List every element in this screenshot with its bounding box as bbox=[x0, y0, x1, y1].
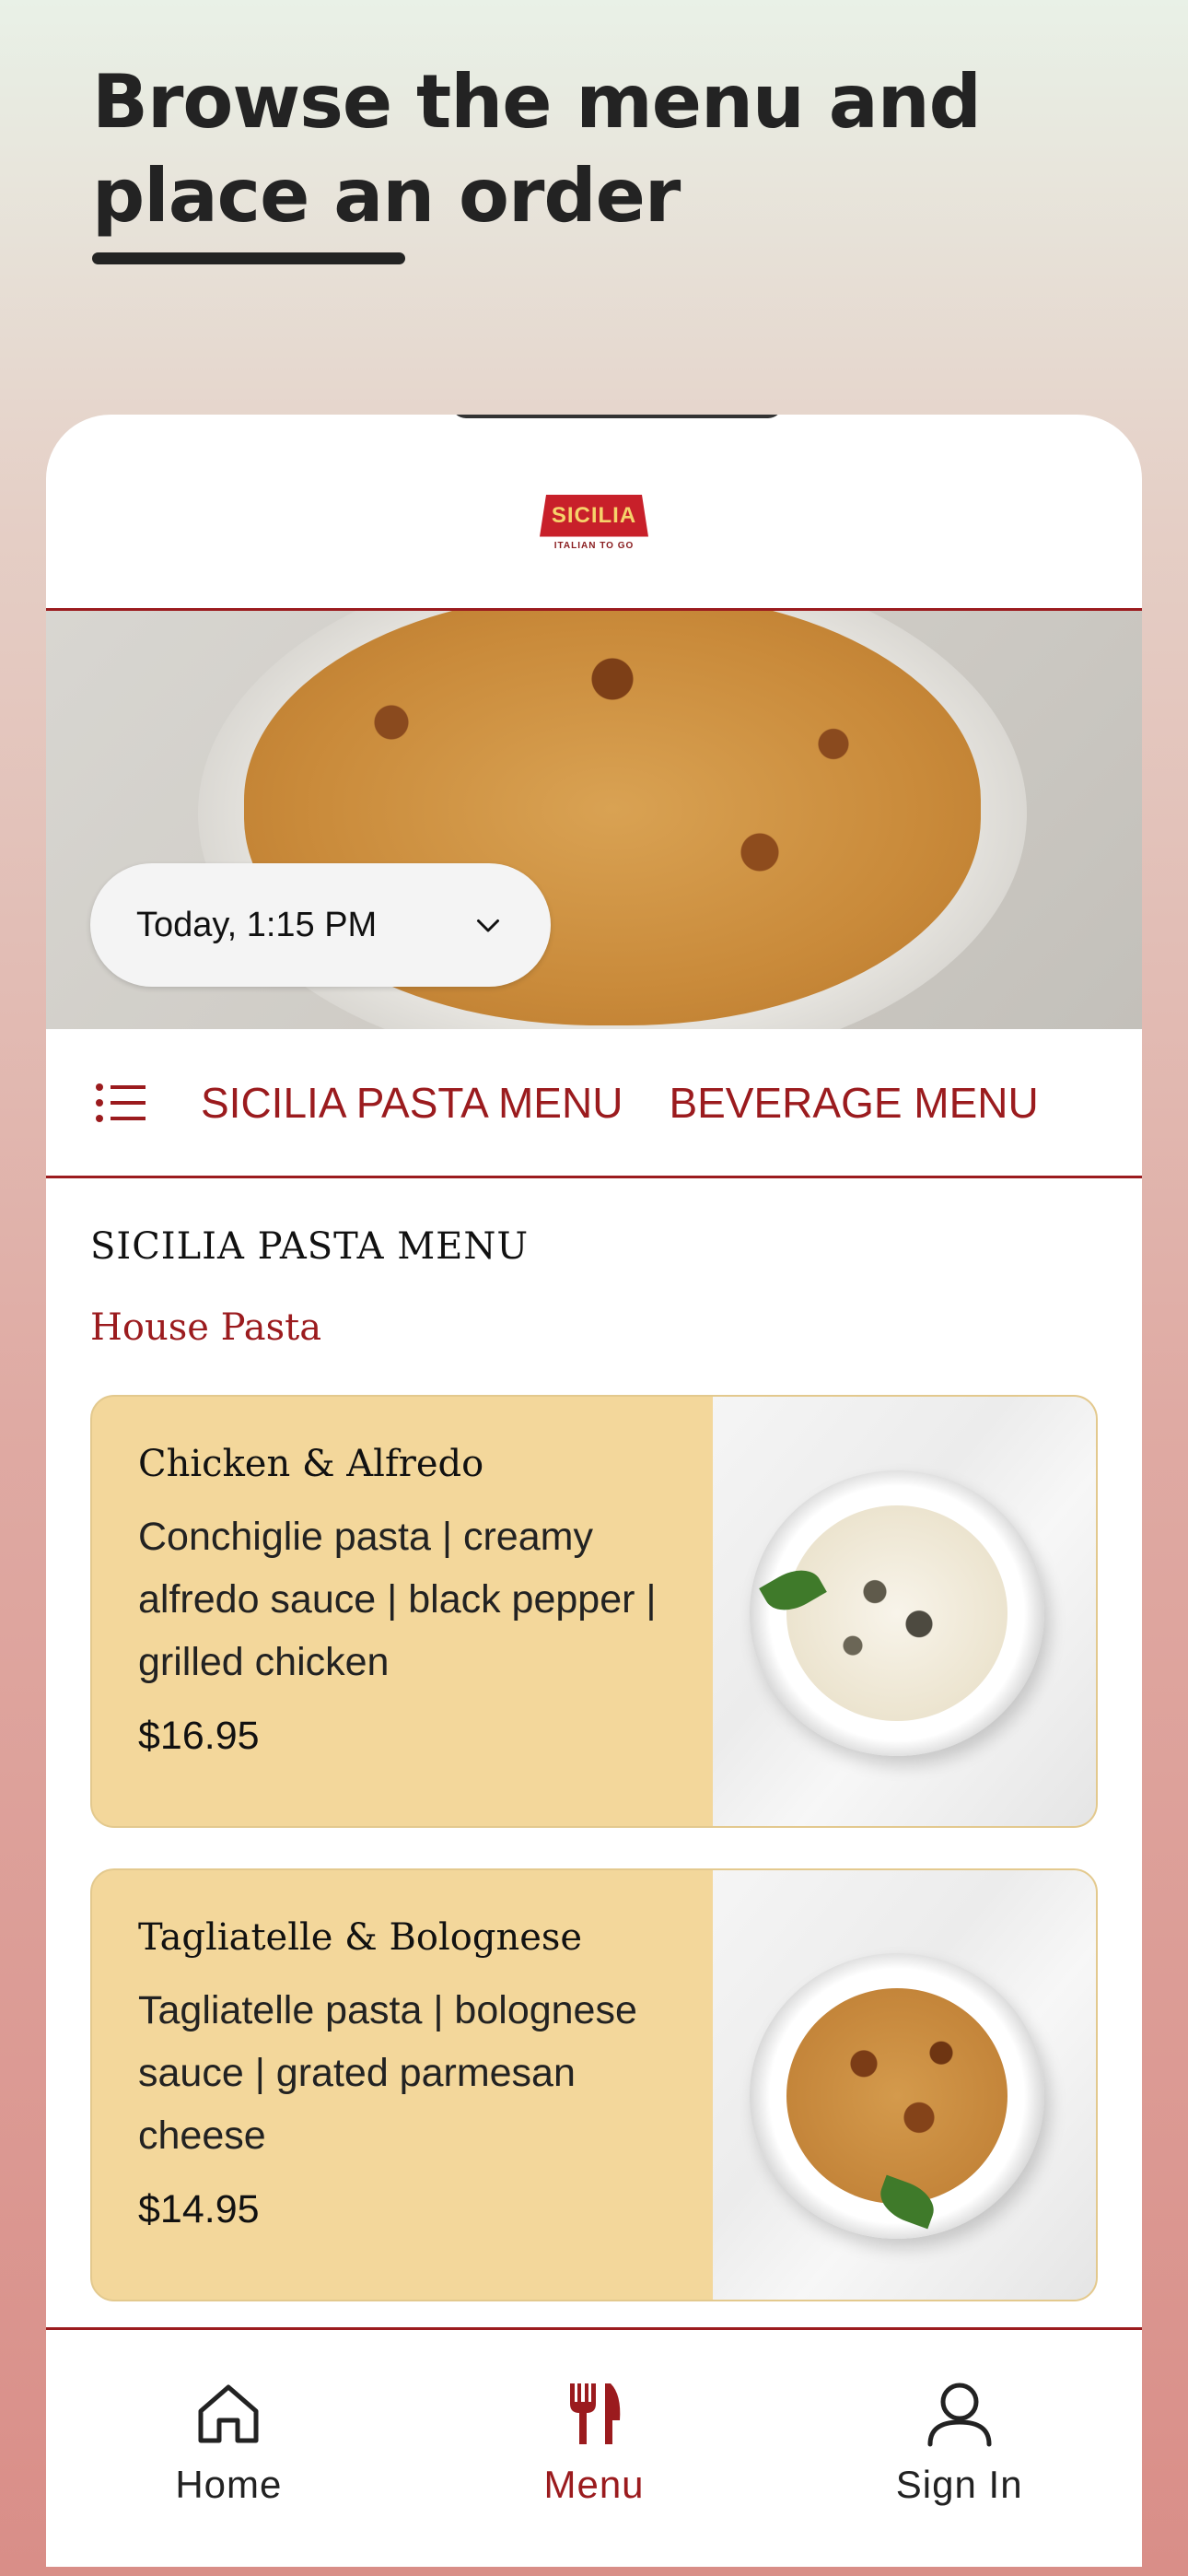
menu-item-card[interactable]: Tagliatelle & Bolognese Tagliatelle past… bbox=[90, 1868, 1098, 2301]
menu-item-info: Tagliatelle & Bolognese Tagliatelle past… bbox=[92, 1870, 713, 2300]
category-title: House Pasta bbox=[90, 1306, 322, 1349]
bowl bbox=[749, 1953, 1044, 2239]
fork-knife-icon bbox=[570, 2383, 621, 2444]
alfredo-pasta bbox=[786, 1505, 1007, 1721]
menu-tabs: SICILIA PASTA MENU BEVERAGE MENU bbox=[46, 1029, 1142, 1178]
bottom-nav: Home Menu Sign In bbox=[46, 2327, 1142, 2567]
menu-content: SICILIA PASTA MENU House Pasta Chicken &… bbox=[90, 1225, 1098, 2301]
pickup-time-selector[interactable]: Today, 1:15 PM bbox=[90, 863, 551, 987]
nav-label-sign-in: Sign In bbox=[895, 2463, 1023, 2506]
nav-label-home: Home bbox=[175, 2463, 283, 2506]
logo-subtext: ITALIAN TO GO bbox=[553, 540, 635, 551]
nav-item-menu[interactable]: Menu bbox=[412, 2330, 777, 2567]
menu-item-name: Tagliatelle & Bolognese bbox=[138, 1916, 583, 1959]
pickup-time-value: Today, 1:15 PM bbox=[136, 905, 378, 944]
tab-sicilia-pasta-menu[interactable]: SICILIA PASTA MENU bbox=[201, 1078, 623, 1128]
menu-item-description: Conchiglie pasta | creamy alfredo sauce … bbox=[138, 1515, 657, 1684]
menu-item-card[interactable]: Chicken & Alfredo Conchiglie pasta | cre… bbox=[90, 1395, 1098, 1828]
promo-underline bbox=[92, 252, 405, 264]
user-icon bbox=[927, 2383, 992, 2447]
menu-item-price: $14.95 bbox=[138, 2187, 260, 2231]
bolognese-pasta bbox=[786, 1988, 1007, 2204]
menu-item-description: Tagliatelle pasta | bolognese sauce | gr… bbox=[138, 1988, 637, 2158]
tab-beverage-menu[interactable]: BEVERAGE MENU bbox=[669, 1078, 1038, 1128]
section-title: SICILIA PASTA MENU bbox=[90, 1225, 530, 1268]
list-icon[interactable] bbox=[94, 1080, 149, 1126]
nav-item-home[interactable]: Home bbox=[46, 2330, 412, 2567]
app-header: SICILIA ITALIAN TO GO bbox=[46, 415, 1142, 611]
menu-item-price: $16.95 bbox=[138, 1714, 260, 1758]
chevron-down-icon bbox=[477, 919, 499, 932]
promo-title-line2: place an order bbox=[92, 153, 681, 239]
menu-item-name: Chicken & Alfredo bbox=[138, 1443, 484, 1485]
logo-badge: SICILIA bbox=[540, 494, 648, 537]
menu-item-info: Chicken & Alfredo Conchiglie pasta | cre… bbox=[92, 1397, 713, 1826]
home-icon bbox=[198, 2384, 259, 2443]
nav-label-menu: Menu bbox=[543, 2463, 645, 2506]
menu-item-image bbox=[712, 1870, 1096, 2300]
promo-title: Browse the menu and place an order bbox=[92, 55, 1013, 243]
promo-title-line1: Browse the menu and bbox=[92, 59, 982, 145]
nav-item-sign-in[interactable]: Sign In bbox=[776, 2330, 1142, 2567]
bowl bbox=[749, 1470, 1044, 1756]
menu-item-image bbox=[712, 1397, 1096, 1826]
sicilia-logo[interactable]: SICILIA ITALIAN TO GO bbox=[540, 494, 648, 551]
phone-frame: SICILIA ITALIAN TO GO Today, 1:15 PM SIC… bbox=[46, 415, 1142, 2567]
promo-header: Browse the menu and place an order bbox=[92, 55, 1013, 264]
